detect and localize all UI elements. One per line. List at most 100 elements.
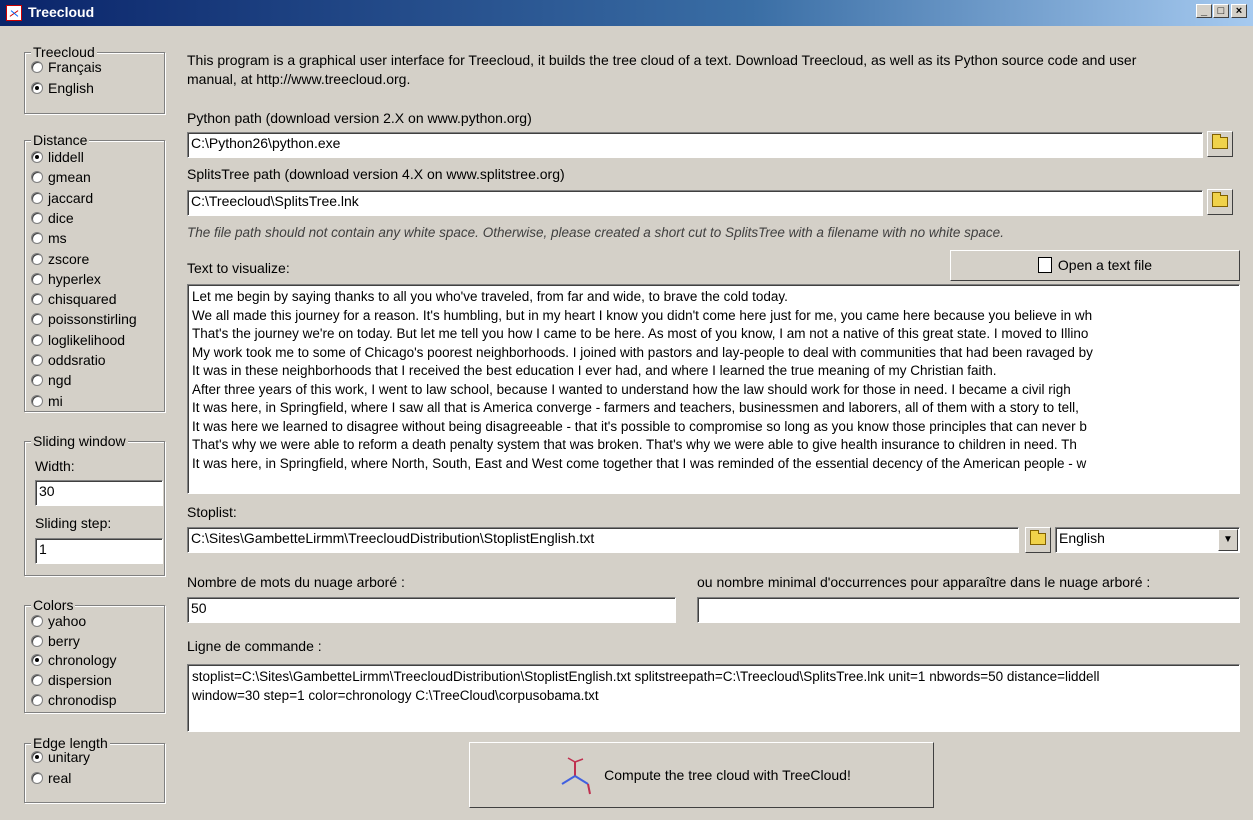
radio-distance-loglikelihood[interactable]: loglikelihood — [31, 332, 125, 348]
open-text-file-label: Open a text file — [1057, 257, 1153, 273]
radio-button-icon[interactable] — [31, 654, 43, 667]
radio-label: unitary — [48, 749, 91, 765]
radio-button-icon[interactable] — [31, 293, 43, 306]
min-occurrences-input[interactable] — [697, 597, 1240, 623]
radio-distance-hyperlex[interactable]: hyperlex — [31, 271, 101, 287]
radio-distance-chisquared[interactable]: chisquared — [31, 291, 117, 307]
whitespace-warning: The file path should not contain any whi… — [187, 225, 1004, 240]
nbwords-input[interactable]: 50 — [187, 597, 676, 623]
radio-button-icon[interactable] — [31, 674, 43, 687]
radio-colors-yahoo[interactable]: yahoo — [31, 613, 86, 629]
radio-button-icon[interactable] — [31, 151, 43, 163]
splitstree-path-input[interactable]: C:\Treecloud\SplitsTree.lnk — [187, 190, 1203, 216]
radio-colors-chronodisp[interactable]: chronodisp — [31, 692, 117, 708]
colors-group: Colors yahoo berry chronology dispersion chr… — [24, 597, 165, 713]
radio-distance-liddell[interactable]: liddell — [31, 149, 84, 165]
compute-button-label: Compute the tree cloud with TreeCloud! — [604, 767, 851, 783]
stoplist-path-input[interactable]: C:\Sites\GambetteLirmm\TreecloudDistribu… — [187, 527, 1019, 553]
radio-button-icon[interactable] — [31, 211, 43, 224]
radio-button-icon[interactable] — [31, 751, 43, 763]
text-line: We all made this journey for a reason. I… — [192, 307, 1093, 323]
radio-distance-jaccard[interactable]: jaccard — [31, 190, 93, 206]
radio-button-icon[interactable] — [31, 61, 43, 73]
edge-length-group: Edge length unitary real — [24, 735, 165, 803]
title-bar[interactable]: Treecloud _ □ × — [0, 0, 1253, 26]
radio-button-icon[interactable] — [31, 313, 43, 326]
radio-button-icon[interactable] — [31, 232, 43, 245]
open-text-file-button[interactable]: Open a text file — [950, 250, 1240, 281]
radio-button-icon[interactable] — [31, 272, 43, 285]
radio-distance-zscore[interactable]: zscore — [31, 251, 89, 267]
text-line: That's the journey we're on today. But l… — [192, 326, 1089, 341]
browse-python-button[interactable] — [1207, 131, 1233, 157]
language-group: Treecloud Français English — [24, 44, 165, 114]
compute-tree-cloud-button[interactable]: Compute the tree cloud with TreeCloud! — [469, 742, 934, 808]
radio-button-icon[interactable] — [31, 772, 43, 784]
radio-label: chronology — [48, 652, 117, 669]
python-path-input[interactable]: C:\Python26\python.exe — [187, 132, 1203, 158]
min-occurrences-label: ou nombre minimal d'occurrences pour app… — [697, 574, 1151, 590]
radio-label: loglikelihood — [48, 331, 126, 348]
radio-button-icon[interactable] — [31, 615, 43, 627]
stoplist-language-select[interactable]: English ▼ — [1055, 527, 1240, 553]
folder-icon — [1030, 530, 1046, 545]
radio-button-icon[interactable] — [31, 252, 43, 265]
python-path-label: Python path (download version 2.X on www… — [187, 110, 532, 126]
radio-button-icon[interactable] — [31, 333, 43, 346]
text-line: That's why we were able to reform a deat… — [192, 437, 1077, 452]
minimize-button[interactable]: _ — [1196, 4, 1212, 18]
radio-language-english[interactable]: English — [31, 80, 94, 96]
radio-language-fran-ais[interactable]: Français — [31, 59, 102, 75]
radio-label: zscore — [48, 250, 90, 267]
close-button[interactable]: × — [1231, 4, 1247, 18]
sliding-step-input[interactable]: 1 — [35, 538, 163, 564]
radio-distance-ms[interactable]: ms — [31, 230, 67, 246]
text-line: My work took me to some of Chicago's poo… — [192, 344, 1093, 360]
radio-label: English — [48, 80, 94, 96]
radio-button-icon[interactable] — [31, 693, 43, 706]
radio-distance-oddsratio[interactable]: oddsratio — [31, 352, 106, 368]
radio-colors-chronology[interactable]: chronology — [31, 652, 117, 668]
radio-button-icon[interactable] — [31, 171, 43, 184]
radio-button-icon[interactable] — [31, 191, 43, 204]
radio-edge-unitary[interactable]: unitary — [31, 749, 90, 765]
app-icon — [6, 5, 22, 21]
distance-legend: Distance — [31, 132, 90, 148]
radio-button-icon[interactable] — [31, 354, 43, 366]
intro-text-line2: manual, at http://www.treecloud.org. — [187, 71, 411, 87]
text-line: It was here, in Springfield, where I saw… — [192, 400, 1079, 415]
radio-distance-poissonstirling[interactable]: poissonstirling — [31, 311, 137, 327]
text-to-visualize-label: Text to visualize: — [187, 260, 290, 276]
intro-text-line1: This program is a graphical user interfa… — [187, 52, 1137, 68]
radio-distance-mi[interactable]: mi — [31, 393, 63, 409]
radio-label: mi — [48, 392, 63, 409]
text-line: It was here, in Springfield, where North… — [192, 455, 1087, 471]
browse-splitstree-button[interactable] — [1207, 189, 1233, 215]
radio-button-icon[interactable] — [31, 374, 43, 387]
radio-button-icon[interactable] — [31, 634, 43, 647]
radio-label: liddell — [48, 149, 84, 165]
chevron-down-icon[interactable]: ▼ — [1218, 529, 1238, 551]
radio-button-icon[interactable] — [31, 394, 43, 407]
tree-cloud-icon — [561, 757, 592, 795]
radio-colors-berry[interactable]: berry — [31, 633, 80, 649]
radio-button-icon[interactable] — [31, 82, 43, 94]
radio-distance-dice[interactable]: dice — [31, 210, 74, 226]
radio-distance-gmean[interactable]: gmean — [31, 169, 91, 185]
browse-stoplist-button[interactable] — [1025, 527, 1051, 553]
radio-colors-dispersion[interactable]: dispersion — [31, 672, 112, 688]
folder-icon — [1212, 192, 1228, 207]
radio-label: poissonstirling — [48, 311, 137, 328]
radio-distance-ngd[interactable]: ngd — [31, 372, 71, 388]
text-input-area[interactable]: Let me begin by saying thanks to all you… — [187, 284, 1240, 494]
distance-group: Distance liddell gmean jaccard dice ms zscore… — [24, 132, 165, 412]
command-line-area[interactable]: stoplist=C:\Sites\GambetteLirmm\Treeclou… — [187, 664, 1240, 732]
radio-label: dice — [48, 209, 74, 226]
radio-label: hyperlex — [48, 270, 101, 287]
maximize-button[interactable]: □ — [1213, 4, 1229, 18]
radio-edge-real[interactable]: real — [31, 770, 71, 786]
width-input[interactable]: 30 — [35, 480, 163, 506]
radio-label: real — [48, 770, 72, 786]
text-line: It was here we learned to disagree witho… — [192, 418, 1087, 434]
sliding-step-label: Sliding step: — [35, 515, 112, 531]
